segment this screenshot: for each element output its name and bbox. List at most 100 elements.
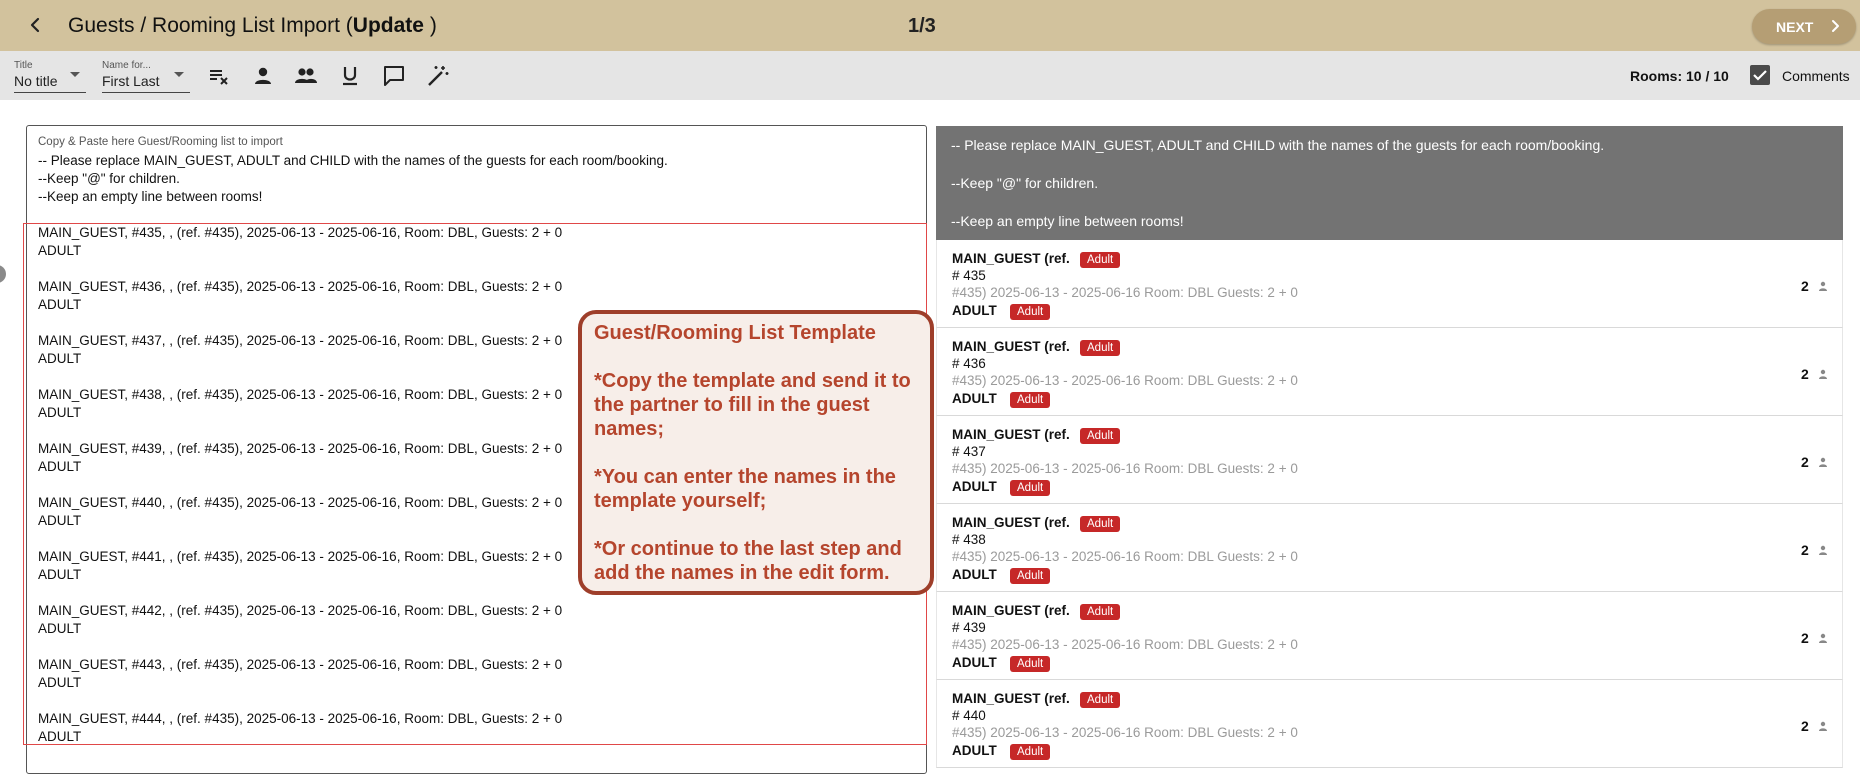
entry-line: MAIN_GUEST, #441, , (ref. #435), 2025-06… bbox=[38, 549, 563, 564]
entry-line: MAIN_GUEST, #443, , (ref. #435), 2025-06… bbox=[38, 657, 563, 672]
main-guest-name: MAIN_GUEST (ref. bbox=[952, 339, 1070, 354]
step-indicator: 1/3 bbox=[908, 15, 936, 37]
room-meta: #435) 2025-06-13 - 2025-06-16 Room: DBL … bbox=[952, 549, 1298, 564]
entry-guest: ADULT bbox=[38, 405, 82, 420]
underline-button[interactable] bbox=[337, 63, 363, 89]
room-meta: #435) 2025-06-13 - 2025-06-16 Room: DBL … bbox=[952, 373, 1298, 388]
guest-name: ADULT bbox=[952, 391, 997, 406]
list-entry: MAIN_GUEST, #435, , (ref. #435), 2025-06… bbox=[38, 224, 562, 260]
list-entry: MAIN_GUEST, #444, , (ref. #435), 2025-06… bbox=[38, 710, 562, 746]
callout-title: Guest/Rooming List Template bbox=[594, 322, 876, 344]
guest-name: ADULT bbox=[952, 303, 997, 318]
textarea-intro: -- Please replace MAIN_GUEST, ADULT and … bbox=[38, 152, 668, 206]
list-entry: MAIN_GUEST, #442, , (ref. #435), 2025-06… bbox=[38, 602, 562, 638]
room-meta: #435) 2025-06-13 - 2025-06-16 Room: DBL … bbox=[952, 461, 1298, 476]
room-row[interactable]: MAIN_GUEST (ref. Adult # 438 #435) 2025-… bbox=[936, 504, 1843, 592]
next-button-label: NEXT bbox=[1776, 18, 1814, 35]
group-guests-button[interactable] bbox=[293, 63, 319, 89]
main-guest-name: MAIN_GUEST (ref. bbox=[952, 427, 1070, 442]
room-number: # 435 bbox=[952, 268, 986, 283]
room-number: # 437 bbox=[952, 444, 986, 459]
entry-line: MAIN_GUEST, #440, , (ref. #435), 2025-06… bbox=[38, 495, 563, 510]
clear-format-icon bbox=[210, 70, 228, 85]
adult-badge: Adult bbox=[1080, 340, 1121, 356]
entry-guest: ADULT bbox=[38, 729, 82, 744]
back-button[interactable] bbox=[22, 12, 48, 38]
comments-checkbox[interactable] bbox=[1750, 65, 1770, 85]
room-row[interactable]: MAIN_GUEST (ref. Adult # 435 #435) 2025-… bbox=[936, 240, 1843, 328]
room-row[interactable]: MAIN_GUEST (ref. Adult # 437 #435) 2025-… bbox=[936, 416, 1843, 504]
person-icon bbox=[1819, 633, 1827, 643]
header-bar: Guests / Rooming List Import (Update ) 1… bbox=[0, 0, 1860, 51]
list-entry: MAIN_GUEST, #437, , (ref. #435), 2025-06… bbox=[38, 332, 562, 368]
auto-fill-button[interactable] bbox=[425, 63, 451, 89]
comment-button[interactable] bbox=[381, 63, 407, 89]
guest-count: 2 bbox=[1801, 366, 1809, 382]
dropdown-caret-icon bbox=[70, 72, 80, 77]
adult-badge: Adult bbox=[1010, 304, 1051, 320]
entry-guest: ADULT bbox=[38, 567, 82, 582]
adult-badge: Adult bbox=[1010, 744, 1051, 760]
title-select-value: No title bbox=[14, 73, 58, 89]
next-button[interactable]: NEXT bbox=[1752, 9, 1856, 44]
textarea-caption: Copy & Paste here Guest/Rooming list to … bbox=[38, 136, 283, 148]
entry-guest: ADULT bbox=[38, 675, 82, 690]
template-callout: Guest/Rooming List Template *Copy the te… bbox=[578, 310, 934, 595]
entry-line: MAIN_GUEST, #442, , (ref. #435), 2025-06… bbox=[38, 603, 563, 618]
instruction-row: -- Please replace MAIN_GUEST, ADULT and … bbox=[936, 126, 1843, 164]
person-icon bbox=[1819, 721, 1827, 731]
adult-badge: Adult bbox=[1080, 516, 1121, 532]
title-select[interactable]: Title No title bbox=[14, 60, 86, 93]
underline-icon bbox=[343, 67, 357, 86]
name-format-select-value: First Last bbox=[102, 73, 160, 89]
room-meta: #435) 2025-06-13 - 2025-06-16 Room: DBL … bbox=[952, 725, 1298, 740]
main-guest-name: MAIN_GUEST (ref. bbox=[952, 691, 1070, 706]
guest-name: ADULT bbox=[952, 479, 997, 494]
list-entry: MAIN_GUEST, #439, , (ref. #435), 2025-06… bbox=[38, 440, 562, 476]
dropdown-caret-icon bbox=[174, 72, 184, 77]
comments-label: Comments bbox=[1782, 68, 1850, 84]
page-title: Guests / Rooming List Import (Update ) bbox=[68, 14, 437, 38]
guest-count: 2 bbox=[1801, 630, 1809, 646]
clear-format-button[interactable] bbox=[206, 63, 232, 89]
entry-guest: ADULT bbox=[38, 243, 82, 258]
name-format-select[interactable]: Name for... First Last bbox=[102, 60, 190, 93]
callout-point: *Or continue to the last step and add th… bbox=[594, 538, 902, 584]
single-person-icon bbox=[255, 67, 271, 84]
person-icon bbox=[1819, 281, 1827, 291]
room-row[interactable]: MAIN_GUEST (ref. Adult # 440 #435) 2025-… bbox=[936, 680, 1843, 768]
adult-badge: Adult bbox=[1010, 568, 1051, 584]
entry-line: MAIN_GUEST, #435, , (ref. #435), 2025-06… bbox=[38, 225, 563, 240]
page-title-text: Guests / Rooming List Import bbox=[68, 14, 340, 37]
entry-line: MAIN_GUEST, #438, , (ref. #435), 2025-06… bbox=[38, 387, 563, 402]
list-entry: MAIN_GUEST, #441, , (ref. #435), 2025-06… bbox=[38, 548, 562, 584]
intro-line: --Keep "@" for children. bbox=[38, 171, 180, 186]
magic-wand-icon bbox=[428, 66, 449, 86]
preview-panel: -- Please replace MAIN_GUEST, ADULT and … bbox=[936, 126, 1843, 776]
guest-count: 2 bbox=[1801, 454, 1809, 470]
chevron-right-icon bbox=[1832, 20, 1839, 32]
callout-point: *Copy the template and send it to the pa… bbox=[594, 370, 911, 440]
rooms-count: Rooms: 10 / 10 bbox=[1630, 68, 1729, 84]
guest-name: ADULT bbox=[952, 567, 997, 582]
adult-badge: Adult bbox=[1010, 392, 1051, 408]
entry-guest: ADULT bbox=[38, 297, 82, 312]
entry-line: MAIN_GUEST, #437, , (ref. #435), 2025-06… bbox=[38, 333, 563, 348]
single-guest-button[interactable] bbox=[250, 63, 276, 89]
room-row[interactable]: MAIN_GUEST (ref. Adult # 436 #435) 2025-… bbox=[936, 328, 1843, 416]
room-row[interactable]: MAIN_GUEST (ref. Adult # 439 #435) 2025-… bbox=[936, 592, 1843, 680]
entry-line: MAIN_GUEST, #439, , (ref. #435), 2025-06… bbox=[38, 441, 563, 456]
entry-guest: ADULT bbox=[38, 351, 82, 366]
room-number: # 438 bbox=[952, 532, 986, 547]
adult-badge: Adult bbox=[1010, 656, 1051, 672]
adult-badge: Adult bbox=[1080, 428, 1121, 444]
person-icon bbox=[1819, 545, 1827, 555]
main-guest-name: MAIN_GUEST (ref. bbox=[952, 603, 1070, 618]
group-icon bbox=[295, 68, 317, 83]
scroll-handle[interactable] bbox=[0, 265, 6, 283]
list-entry: MAIN_GUEST, #436, , (ref. #435), 2025-06… bbox=[38, 278, 562, 314]
page-title-paren-close: ) bbox=[429, 14, 437, 37]
entry-guest: ADULT bbox=[38, 621, 82, 636]
person-icon bbox=[1819, 457, 1827, 467]
guest-count: 2 bbox=[1801, 278, 1809, 294]
